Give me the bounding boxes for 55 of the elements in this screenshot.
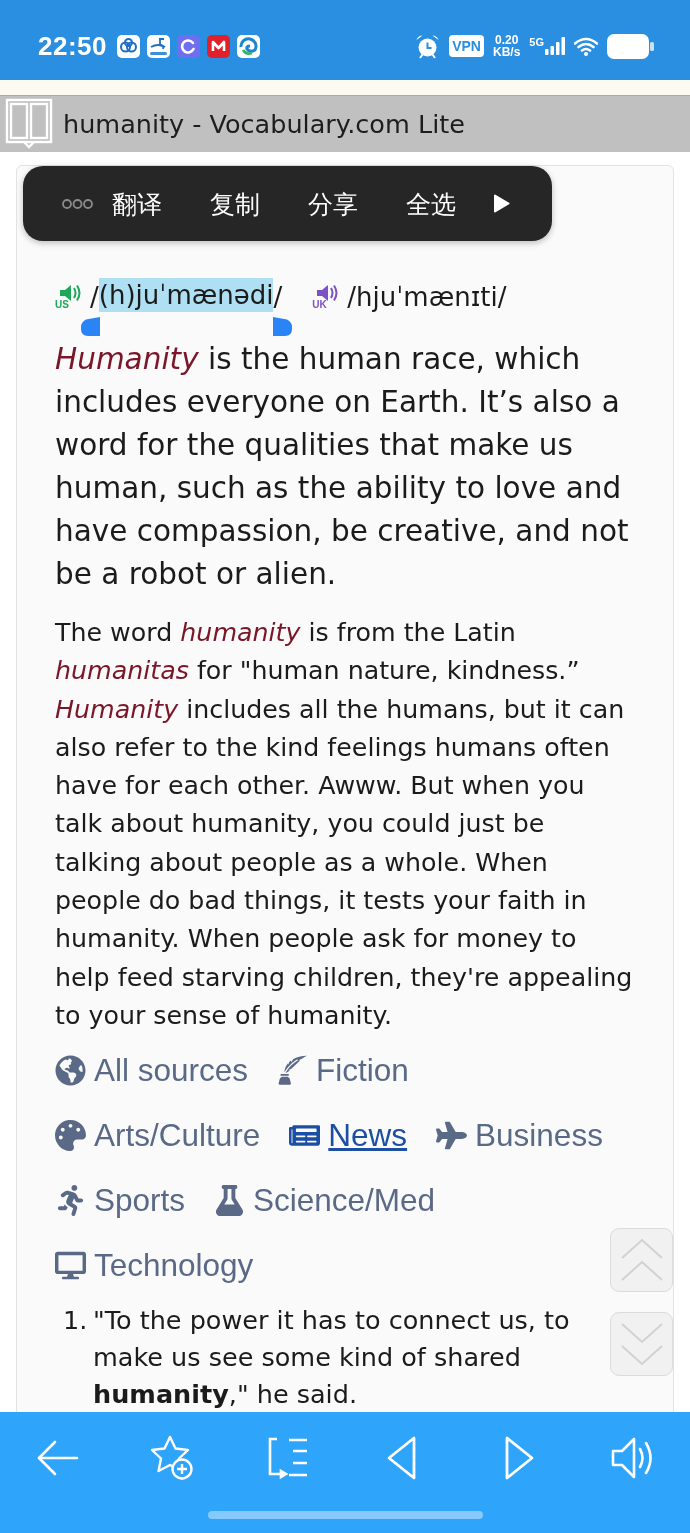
palette-icon — [55, 1120, 86, 1152]
flask-icon — [214, 1185, 246, 1217]
selection-handle-icon[interactable] — [80, 317, 100, 336]
source-filter-link[interactable]: News — [289, 1115, 408, 1157]
double-chevron-up-icon — [619, 1236, 664, 1284]
more-icon — [62, 198, 93, 209]
battery-icon — [607, 33, 654, 59]
alarm-clock-icon — [415, 33, 441, 59]
pronunciation-audio-button[interactable]: US — [55, 284, 82, 310]
vpn-indicator: VPN — [449, 35, 484, 57]
selection-menu-item[interactable]: 全选 — [406, 188, 456, 219]
window-title: humanity - Vocabulary.com Lite — [63, 109, 465, 139]
selection-menu-item[interactable]: 分享 — [308, 188, 358, 219]
selection-menu-item[interactable]: 复制 — [210, 188, 260, 219]
star-plus-icon — [149, 1435, 196, 1481]
double-chevron-down-icon — [619, 1320, 664, 1368]
toolbar-button[interactable] — [149, 1435, 196, 1481]
plane-icon — [436, 1120, 468, 1152]
scroll-up-button[interactable] — [610, 1228, 673, 1292]
short-definition-text: Humanity is the human race, which includes everyone on Earth. It’s also a word for the qualities that make us human, such as the ability to love and have compassion, be creative, and not be a robot or alien. — [55, 341, 630, 593]
source-filter-link[interactable]: Sports — [55, 1180, 186, 1222]
source-filter-link[interactable]: Technology — [55, 1245, 254, 1287]
source-filter-link[interactable]: Science/Med — [214, 1180, 436, 1222]
example-sentence: "To the power it has to connect us, to make us see some kind of shared humanity," he said. — [93, 1304, 571, 1412]
swirl-app-icon — [237, 34, 260, 58]
clock-time: 22:50 — [38, 30, 107, 62]
phonetic-text: /hjuˈmænɪti/ — [347, 281, 507, 314]
scroll-down-button[interactable] — [610, 1312, 673, 1376]
wifi-icon — [574, 36, 598, 56]
ring-app-icon — [177, 34, 200, 58]
source-filter-link[interactable]: Arts/Culture — [55, 1115, 261, 1157]
network-speed-value: 0.20 — [494, 34, 519, 46]
example-number: 1. — [63, 1304, 89, 1338]
source-filter-link[interactable]: Business — [436, 1115, 603, 1157]
triangle-right-icon[interactable] — [493, 194, 510, 213]
network-speed-unit: KB/s — [492, 46, 521, 58]
quill-ink-icon — [277, 1055, 309, 1087]
source-filter-link[interactable]: All sources — [55, 1050, 249, 1092]
long-definition-text: The word humanity is from the Latin humanitas for "human nature, kindness.” Humanity includes all the humans, but it can also refer to the kind feelings humans often have for each other. Awww. But when you talk about humanity, you could just be talking about people as a whole. When people do bad things, it tests your faith in humanity. When people ask for money to help feed starving children, they're appealing to your sense of humanity. — [55, 617, 633, 1032]
selection-menu-item[interactable]: 翻译 — [112, 188, 162, 219]
phonetic-text: / — [273, 281, 283, 314]
mail-app-icon — [207, 34, 230, 58]
selection-handle-icon[interactable] — [273, 317, 293, 336]
phonetic-text: / — [90, 281, 99, 314]
source-filter-link[interactable]: Fiction — [277, 1050, 409, 1092]
runner-icon — [55, 1185, 86, 1217]
network-type: 5G — [529, 37, 544, 48]
circles-app-icon — [117, 34, 140, 58]
signal-bars-icon — [545, 37, 565, 55]
monitor-icon — [55, 1250, 86, 1282]
pronunciation-audio-button[interactable]: UK — [312, 284, 340, 310]
book-icon — [5, 98, 53, 150]
swoosh-app-icon — [147, 34, 170, 58]
selected-phonetic-text: (h)juˈmænədi — [98, 278, 274, 312]
globe-icon — [55, 1055, 86, 1087]
